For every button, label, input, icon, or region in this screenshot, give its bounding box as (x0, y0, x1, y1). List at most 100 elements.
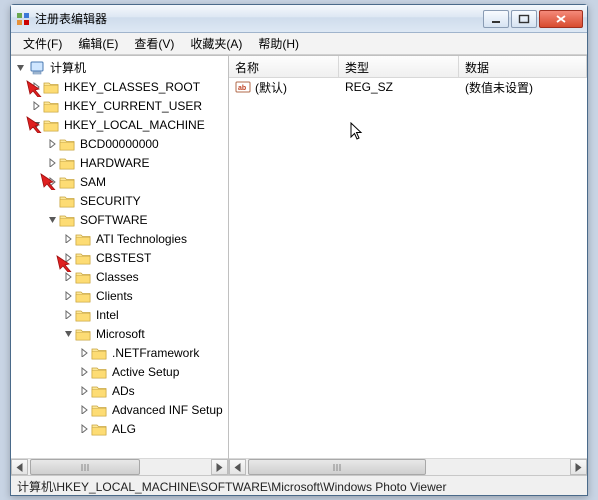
tree-pane: 计算机 HKEY_CLASSES_ROOT (11, 56, 229, 475)
menu-view[interactable]: 查看(V) (126, 33, 182, 54)
tree-node-advinf[interactable]: Advanced INF Setup (77, 400, 228, 419)
node-label: HKEY_CURRENT_USER (61, 98, 205, 114)
scroll-right-button[interactable] (570, 459, 587, 475)
tree-node-sam[interactable]: SAM (45, 172, 228, 191)
folder-icon (75, 327, 91, 341)
scroll-thumb[interactable] (30, 459, 140, 475)
tree-node-microsoft[interactable]: Microsoft (61, 324, 228, 343)
folder-icon (43, 118, 59, 132)
tree-node-security[interactable]: SECURITY (45, 191, 228, 210)
node-label: HARDWARE (77, 155, 153, 171)
content-area: 计算机 HKEY_CLASSES_ROOT (11, 55, 587, 475)
expander-icon[interactable] (77, 403, 91, 417)
folder-icon (43, 80, 59, 94)
expander-icon[interactable] (13, 61, 27, 75)
window-title: 注册表编辑器 (35, 10, 483, 27)
scroll-thumb[interactable] (248, 459, 426, 475)
close-button[interactable] (539, 10, 583, 28)
folder-icon (91, 384, 107, 398)
computer-icon (29, 60, 45, 76)
expander-icon[interactable] (77, 422, 91, 436)
node-label: ALG (109, 421, 139, 437)
col-header-type[interactable]: 类型 (339, 56, 459, 77)
minimize-button[interactable] (483, 10, 509, 28)
tree-node-bcd[interactable]: BCD00000000 (45, 134, 228, 153)
folder-icon (91, 403, 107, 417)
expander-icon[interactable] (61, 327, 75, 341)
col-header-name[interactable]: 名称 (229, 56, 339, 77)
value-name: (默认) (255, 79, 287, 96)
cell-name: (默认) (229, 79, 339, 96)
node-label: ADs (109, 383, 138, 399)
menu-help[interactable]: 帮助(H) (250, 33, 307, 54)
tree-node-intel[interactable]: Intel (61, 305, 228, 324)
expander-icon[interactable] (61, 308, 75, 322)
menu-file[interactable]: 文件(F) (15, 33, 70, 54)
expander-spacer (45, 194, 59, 208)
expander-icon[interactable] (77, 384, 91, 398)
node-label: 计算机 (47, 58, 89, 77)
folder-icon (59, 213, 75, 227)
tree-node-clients[interactable]: Clients (61, 286, 228, 305)
expander-icon[interactable] (61, 270, 75, 284)
list-pane: 名称 类型 数据 (默认) REG_SZ (数值未设置) (229, 56, 587, 475)
expander-icon[interactable] (45, 213, 59, 227)
node-label: CBSTEST (93, 250, 154, 266)
expander-icon[interactable] (29, 99, 43, 113)
list-body[interactable]: (默认) REG_SZ (数值未设置) (229, 78, 587, 458)
expander-icon[interactable] (45, 175, 59, 189)
node-label: Intel (93, 307, 122, 323)
tree-node-ati[interactable]: ATI Technologies (61, 229, 228, 248)
folder-icon (75, 251, 91, 265)
string-value-icon (235, 80, 251, 94)
menu-edit[interactable]: 编辑(E) (70, 33, 126, 54)
expander-icon[interactable] (45, 156, 59, 170)
tree-node-hklm[interactable]: HKEY_LOCAL_MACHINE (29, 115, 228, 134)
tree-hscrollbar[interactable] (11, 458, 228, 475)
registry-editor-window: 注册表编辑器 文件(F) 编辑(E) 查看(V) 收藏夹(A) 帮助(H) (10, 4, 588, 496)
tree-view[interactable]: 计算机 HKEY_CLASSES_ROOT (11, 56, 228, 458)
expander-icon[interactable] (77, 365, 91, 379)
tree-node-cbstest[interactable]: CBSTEST (61, 248, 228, 267)
node-label: HKEY_LOCAL_MACHINE (61, 117, 208, 133)
col-header-data[interactable]: 数据 (459, 56, 587, 77)
tree-node-netfx[interactable]: .NETFramework (77, 343, 228, 362)
titlebar[interactable]: 注册表编辑器 (11, 5, 587, 33)
scroll-right-button[interactable] (211, 459, 228, 475)
scroll-track[interactable] (246, 459, 570, 475)
scroll-track[interactable] (28, 459, 211, 475)
node-label: Active Setup (109, 364, 182, 380)
node-label: Microsoft (93, 326, 148, 342)
list-row[interactable]: (默认) REG_SZ (数值未设置) (229, 78, 587, 96)
tree-node-computer[interactable]: 计算机 (13, 58, 228, 77)
tree-node-hkcr[interactable]: HKEY_CLASSES_ROOT (29, 77, 228, 96)
node-label: Clients (93, 288, 136, 304)
tree-node-alg[interactable]: ALG (77, 419, 228, 438)
folder-icon (59, 137, 75, 151)
expander-icon[interactable] (29, 118, 43, 132)
expander-icon[interactable] (61, 251, 75, 265)
expander-icon[interactable] (61, 289, 75, 303)
tree-node-activesetup[interactable]: Active Setup (77, 362, 228, 381)
folder-icon (59, 156, 75, 170)
expander-icon[interactable] (29, 80, 43, 94)
status-bar: 计算机\HKEY_LOCAL_MACHINE\SOFTWARE\Microsof… (11, 475, 587, 495)
folder-icon (59, 194, 75, 208)
list-hscrollbar[interactable] (229, 458, 587, 475)
scroll-left-button[interactable] (229, 459, 246, 475)
folder-icon (75, 289, 91, 303)
scroll-left-button[interactable] (11, 459, 28, 475)
tree-node-software[interactable]: SOFTWARE (45, 210, 228, 229)
tree-node-hkcu[interactable]: HKEY_CURRENT_USER (29, 96, 228, 115)
menu-favorites[interactable]: 收藏夹(A) (182, 33, 250, 54)
tree-node-hardware[interactable]: HARDWARE (45, 153, 228, 172)
cell-type: REG_SZ (339, 80, 459, 94)
tree-node-ads[interactable]: ADs (77, 381, 228, 400)
expander-icon[interactable] (77, 346, 91, 360)
expander-icon[interactable] (61, 232, 75, 246)
tree-node-classes[interactable]: Classes (61, 267, 228, 286)
expander-icon[interactable] (45, 137, 59, 151)
maximize-button[interactable] (511, 10, 537, 28)
folder-icon (91, 422, 107, 436)
node-label: .NETFramework (109, 345, 202, 361)
